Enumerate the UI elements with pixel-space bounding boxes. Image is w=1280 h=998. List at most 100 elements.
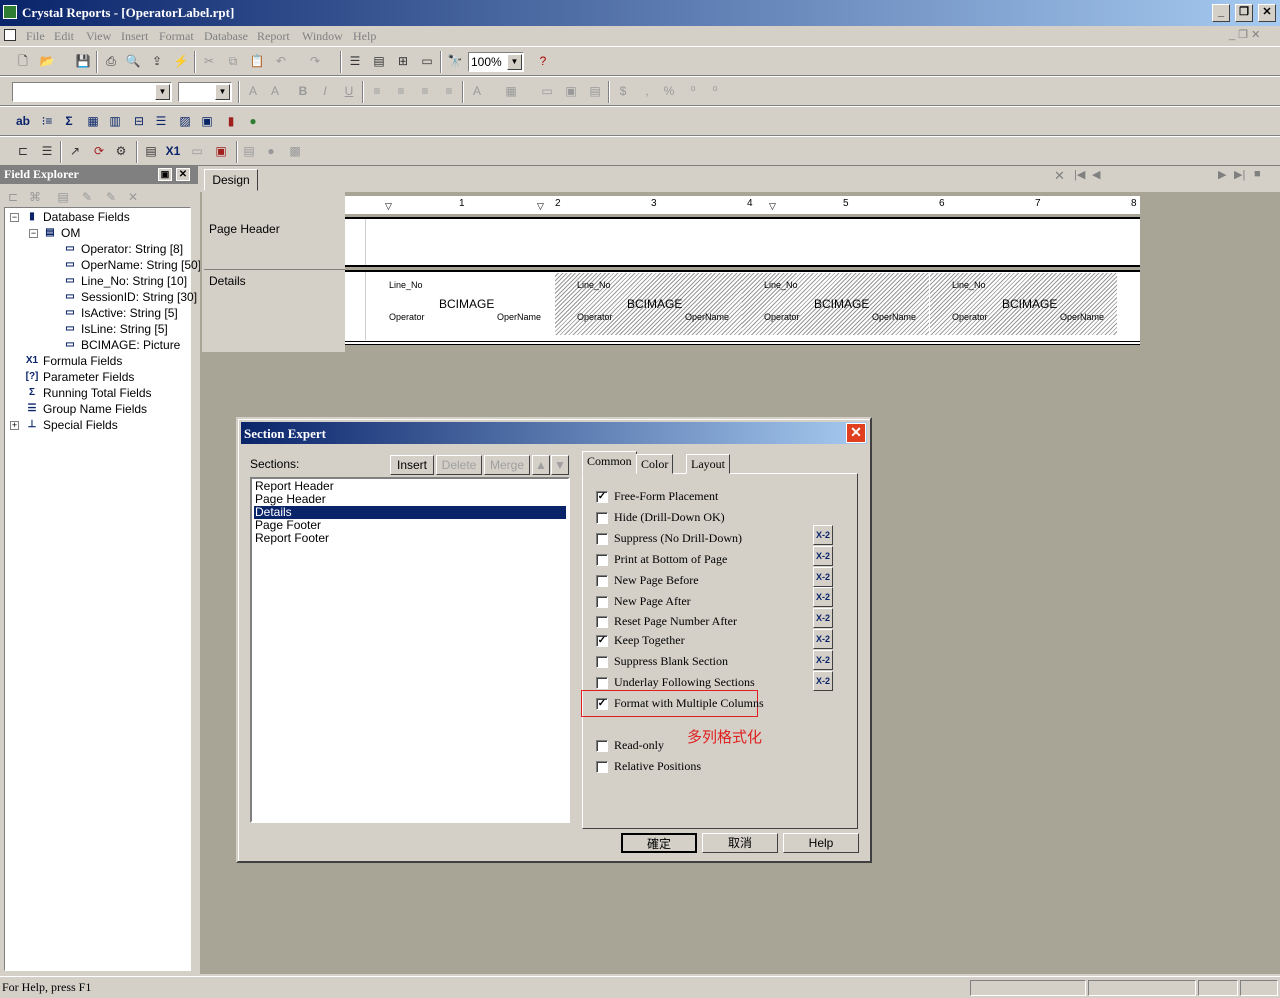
tab-layout[interactable]: Layout — [686, 454, 730, 474]
label-column[interactable]: Line_No BCIMAGE Operator OperName — [742, 273, 929, 335]
operator-field[interactable]: Operator — [764, 312, 800, 322]
field-explorer-icon[interactable]: ▤ — [370, 52, 388, 70]
map-icon[interactable]: ● — [244, 112, 262, 130]
move-up-icon[interactable]: ▲ — [532, 455, 550, 475]
bcimage-field[interactable]: BCIMAGE — [439, 297, 494, 311]
cross-tab-icon[interactable]: ▦ — [84, 112, 102, 130]
operator-field[interactable]: Operator — [952, 312, 988, 322]
opername-field[interactable]: OperName — [1060, 312, 1104, 322]
formula-button[interactable]: X-2 — [813, 567, 833, 587]
tree-field[interactable]: ▭ OperName: String [50] — [63, 258, 201, 272]
group-expert-icon[interactable]: ⟳ — [90, 142, 108, 160]
tab-design[interactable]: Design — [204, 169, 258, 191]
guide-marker-icon[interactable]: ▽ — [537, 201, 544, 212]
float-icon[interactable]: ▣ — [158, 168, 172, 181]
checkbox[interactable] — [596, 511, 608, 524]
formula-button[interactable]: X-2 — [813, 608, 833, 628]
box-icon[interactable]: ▨ — [176, 112, 194, 130]
italic-icon[interactable]: I — [316, 82, 334, 100]
formula-button[interactable]: X-2 — [813, 525, 833, 545]
tab-color[interactable]: Color — [636, 454, 674, 474]
tree-special-fields[interactable]: ⊥ Special Fields — [25, 418, 118, 432]
line-no-field[interactable]: Line_No — [577, 280, 611, 290]
tree-field[interactable]: ▭ Line_No: String [10] — [63, 274, 187, 288]
font-select[interactable]: ▼ — [12, 82, 172, 102]
new-icon[interactable]: ▤ — [54, 188, 72, 206]
checkbox[interactable] — [596, 760, 608, 773]
font-color-icon[interactable]: A — [468, 82, 486, 100]
option-hide[interactable]: Hide (Drill-Down OK) — [596, 510, 725, 525]
highlight-expert-icon[interactable]: ▭ — [188, 142, 206, 160]
help-icon[interactable]: ? — [534, 52, 552, 70]
cut-icon[interactable]: ✂ — [200, 52, 218, 70]
tree-group-name-fields[interactable]: ☰ Group Name Fields — [25, 402, 148, 416]
menu-help[interactable]: Help — [353, 29, 376, 44]
checkbox[interactable]: ✓ — [596, 697, 608, 710]
bcimage-field[interactable]: BCIMAGE — [814, 297, 869, 311]
web-icon[interactable]: ● — [262, 142, 280, 160]
first-page-icon[interactable]: |◀ — [1074, 168, 1085, 181]
opername-field[interactable]: OperName — [872, 312, 916, 322]
option-underlay[interactable]: Underlay Following Sections — [596, 675, 755, 690]
label-column[interactable]: Line_No BCIMAGE Operator OperName — [367, 273, 554, 335]
option-relative-positions[interactable]: Relative Positions — [596, 759, 701, 774]
formula-button[interactable]: X-2 — [813, 671, 833, 691]
zoom-select[interactable]: 100% ▼ — [468, 52, 524, 72]
delete-icon[interactable]: ✕ — [124, 188, 142, 206]
copy-icon[interactable]: ⧉ — [224, 52, 242, 70]
menu-insert[interactable]: Insert — [121, 29, 148, 44]
cancel-button[interactable]: 取消 — [702, 833, 778, 853]
details-label[interactable]: Details — [209, 274, 246, 288]
minimize-button[interactable]: _ — [1212, 4, 1230, 22]
collapse-icon[interactable]: − — [10, 213, 19, 222]
ok-button[interactable]: 確定 — [621, 833, 697, 853]
tree-database-fields[interactable]: ▮ Database Fields — [25, 210, 129, 224]
checkbox[interactable]: ✓ — [596, 490, 608, 503]
option-suppress[interactable]: Suppress (No Drill-Down) — [596, 531, 742, 546]
checkbox[interactable] — [596, 553, 608, 566]
insert-to-report-icon[interactable]: ⊏ — [4, 188, 22, 206]
formula-button[interactable]: X-2 — [813, 650, 833, 670]
rename-icon[interactable]: ✎ — [102, 188, 120, 206]
checkbox[interactable] — [596, 595, 608, 608]
menu-report[interactable]: Report — [257, 29, 290, 44]
tab-common[interactable]: Common — [582, 451, 637, 474]
line-no-field[interactable]: Line_No — [389, 280, 423, 290]
lock-format-icon[interactable]: ▤ — [586, 82, 604, 100]
line-icon[interactable]: ☰ — [152, 112, 170, 130]
tree-parameter-fields[interactable]: [?] Parameter Fields — [25, 370, 135, 384]
print-preview-icon[interactable]: 🔍 — [124, 52, 142, 70]
delete-button[interactable]: Delete — [436, 455, 482, 475]
close-view-icon[interactable]: ✕ — [1054, 168, 1065, 184]
label-column[interactable]: Line_No BCIMAGE Operator OperName — [930, 273, 1117, 335]
checkbox[interactable] — [596, 532, 608, 545]
option-keep-together[interactable]: ✓ Keep Together — [596, 633, 685, 648]
move-down-icon[interactable]: ▼ — [551, 455, 569, 475]
report-explorer-icon[interactable]: ⊞ — [394, 52, 412, 70]
guide-marker-icon[interactable]: ▽ — [769, 201, 776, 212]
section-expert-icon[interactable]: ▤ — [142, 142, 160, 160]
formula-button[interactable]: X-2 — [813, 629, 833, 649]
option-free-form[interactable]: ✓ Free-Form Placement — [596, 489, 718, 504]
tree-field[interactable]: ▭ IsLine: String [5] — [63, 322, 167, 336]
page-header-label[interactable]: Page Header — [209, 222, 280, 236]
format-painter-icon[interactable]: ▣ — [212, 142, 230, 160]
bold-icon[interactable]: B — [294, 82, 312, 100]
save-icon[interactable]: 💾 — [74, 52, 92, 70]
page-header-section[interactable] — [345, 217, 1140, 267]
select-expert-icon[interactable]: ⊏ — [14, 142, 32, 160]
checkbox[interactable] — [596, 739, 608, 752]
tree-field[interactable]: ▭ IsActive: String [5] — [63, 306, 177, 320]
find-icon[interactable]: 🔭 — [446, 52, 464, 70]
browse-data-icon[interactable]: ⌘ — [26, 188, 44, 206]
formula-button[interactable]: X-2 — [813, 587, 833, 607]
group-tree-icon[interactable]: ☰ — [346, 52, 364, 70]
suppress-icon[interactable]: ▣ — [562, 82, 580, 100]
topn-expert-icon[interactable]: ↗ — [66, 142, 84, 160]
option-multiple-columns[interactable]: ✓ Format with Multiple Columns — [596, 696, 764, 711]
tree-field[interactable]: ▭ BCIMAGE: Picture — [63, 338, 180, 352]
expand-icon[interactable]: + — [10, 421, 19, 430]
option-new-page-after[interactable]: New Page After — [596, 594, 691, 609]
last-page-icon[interactable]: ▶| — [1234, 168, 1245, 181]
option-suppress-blank[interactable]: Suppress Blank Section — [596, 654, 728, 669]
